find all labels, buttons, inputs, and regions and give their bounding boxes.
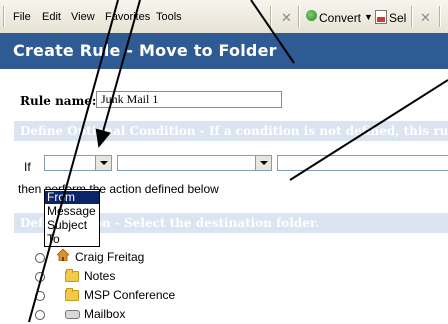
condition-operator-select[interactable] [117,155,272,171]
convert-button[interactable]: Convert [319,11,361,25]
dropdown-option-from[interactable]: From [45,191,99,204]
dropdown-option-subject[interactable]: Subject [45,219,99,232]
menu-view[interactable]: View [71,11,95,23]
folder-label[interactable]: Notes [84,269,115,283]
browser-toolbar: File Edit View Favorites Tools ✕ Convert… [0,0,448,34]
menu-edit[interactable]: Edit [42,11,61,23]
close-icon[interactable]: ✕ [281,10,292,26]
menu-file[interactable]: File [13,11,31,23]
condition-value-input[interactable] [277,155,448,171]
close-icon[interactable]: ✕ [420,10,431,26]
if-label: If [24,160,31,174]
page-header: Create Rule - Move to Folder [0,33,448,69]
folder-label[interactable]: Craig Freitag [75,250,144,264]
convert-icon [306,10,317,21]
chevron-down-icon[interactable] [255,156,271,170]
menu-favorites[interactable]: Favorites [105,11,150,23]
dropdown-option-message[interactable]: Message [45,205,99,218]
folder-label[interactable]: MSP Conference [84,288,175,302]
folder-radio[interactable] [35,253,45,263]
toolbar-separator [298,6,300,27]
pdf-icon [375,10,387,24]
folder-radio[interactable] [35,310,45,320]
chevron-down-icon[interactable]: ▼ [364,12,373,22]
condition-field-dropdown[interactable]: From Message Subject To [44,189,100,247]
toolbar-separator [439,6,441,27]
folder-radio[interactable] [35,291,45,301]
dropdown-option-to[interactable]: To [45,233,99,246]
select-button[interactable]: Sel [389,11,406,25]
toolbar-separator [270,6,272,27]
folder-icon [65,288,79,301]
page-title: Create Rule - Move to Folder [13,41,277,60]
rule-name-label: Rule name: [20,94,97,108]
rule-name-input[interactable]: Junk Mail 1 [96,91,282,108]
folder-icon [65,269,79,282]
condition-section-header: Define Optional Condition - If a conditi… [14,121,448,141]
condition-field-select[interactable] [44,155,112,171]
mailbox-icon [65,310,80,319]
toolbar-separator [411,6,413,27]
folder-label[interactable]: Mailbox [84,307,125,321]
toolbar-separator [3,6,5,27]
home-icon [57,249,69,261]
folder-radio[interactable] [35,272,45,282]
menu-tools[interactable]: Tools [156,11,182,23]
chevron-down-icon[interactable] [95,156,111,170]
